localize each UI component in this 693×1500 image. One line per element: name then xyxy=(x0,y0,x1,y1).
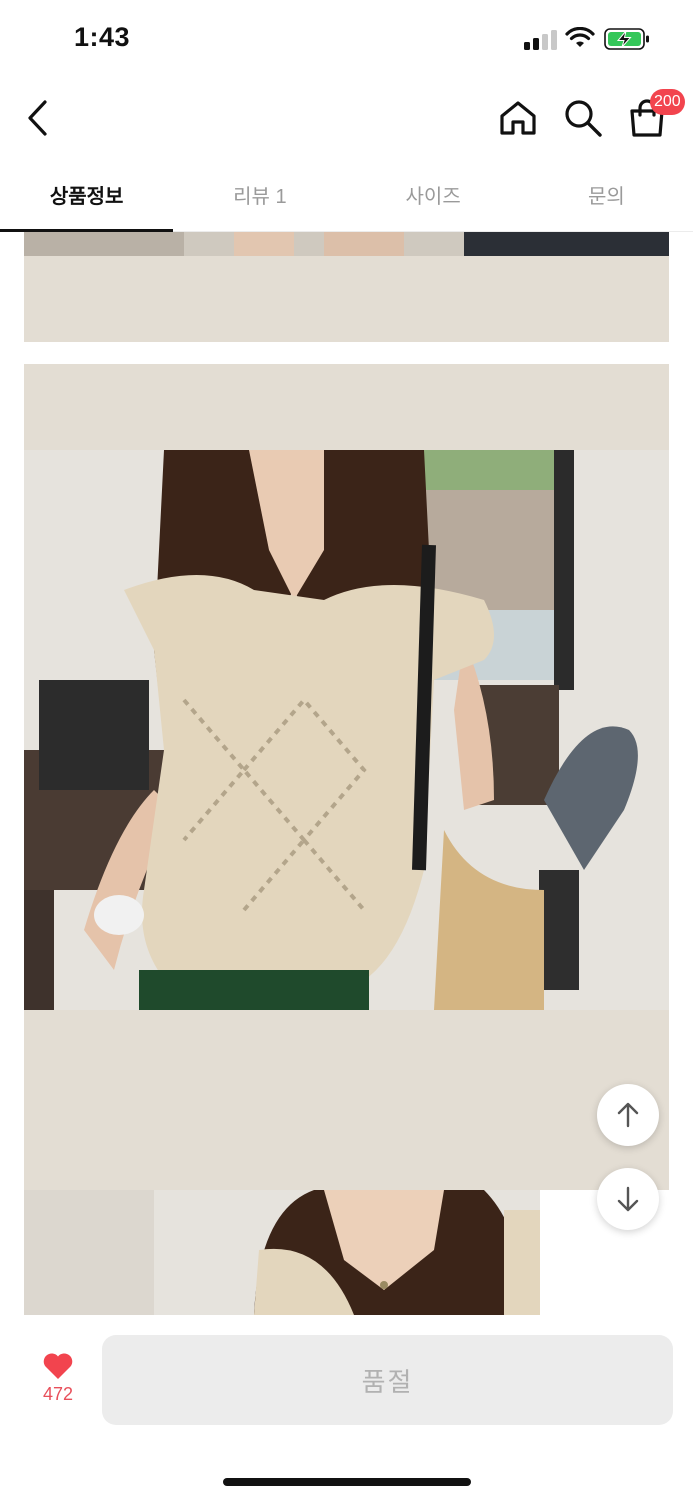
model-wearing-knit-top-image xyxy=(24,450,669,1010)
status-time: 1:43 xyxy=(74,22,131,52)
scroll-bottom-button[interactable] xyxy=(597,1168,659,1230)
wishlist-button[interactable]: 472 xyxy=(30,1352,86,1414)
chevron-left-icon xyxy=(28,100,47,136)
product-tabs: 상품정보 리뷰 1 사이즈 문의 xyxy=(0,158,693,232)
product-photo xyxy=(24,450,669,1010)
image-spacer xyxy=(24,256,669,342)
image-spacer xyxy=(24,1010,669,1190)
tab-product-info[interactable]: 상품정보 xyxy=(0,158,174,232)
status-bar: 1:43 xyxy=(0,0,693,78)
search-button[interactable] xyxy=(557,92,609,144)
tab-inquiry[interactable]: 문의 xyxy=(520,158,693,231)
arrow-down-icon xyxy=(617,1186,639,1212)
nav-bar xyxy=(0,80,693,156)
wifi-icon xyxy=(565,27,595,47)
product-photo-top xyxy=(24,232,669,256)
product-photo-2 xyxy=(24,1190,540,1315)
product-detail-content xyxy=(24,232,669,1315)
battery-charging-icon xyxy=(604,28,649,50)
search-icon xyxy=(565,100,602,137)
wishlist-count: 472 xyxy=(42,1384,74,1404)
heart-icon xyxy=(43,1353,73,1379)
sold-out-button[interactable]: 품절 xyxy=(102,1335,673,1425)
back-button[interactable] xyxy=(12,92,64,144)
cart-count-badge: 200 xyxy=(650,89,685,115)
tab-reviews[interactable]: 리뷰 1 xyxy=(173,158,346,231)
home-icon xyxy=(500,101,536,135)
arrow-up-icon xyxy=(617,1102,639,1128)
cellular-signal-icon xyxy=(524,30,558,50)
home-indicator xyxy=(223,1478,471,1486)
scroll-top-button[interactable] xyxy=(597,1084,659,1146)
model-closeup-image xyxy=(24,1190,540,1315)
image-spacer xyxy=(24,364,669,450)
tab-size[interactable]: 사이즈 xyxy=(347,158,520,231)
home-button[interactable] xyxy=(492,92,544,144)
